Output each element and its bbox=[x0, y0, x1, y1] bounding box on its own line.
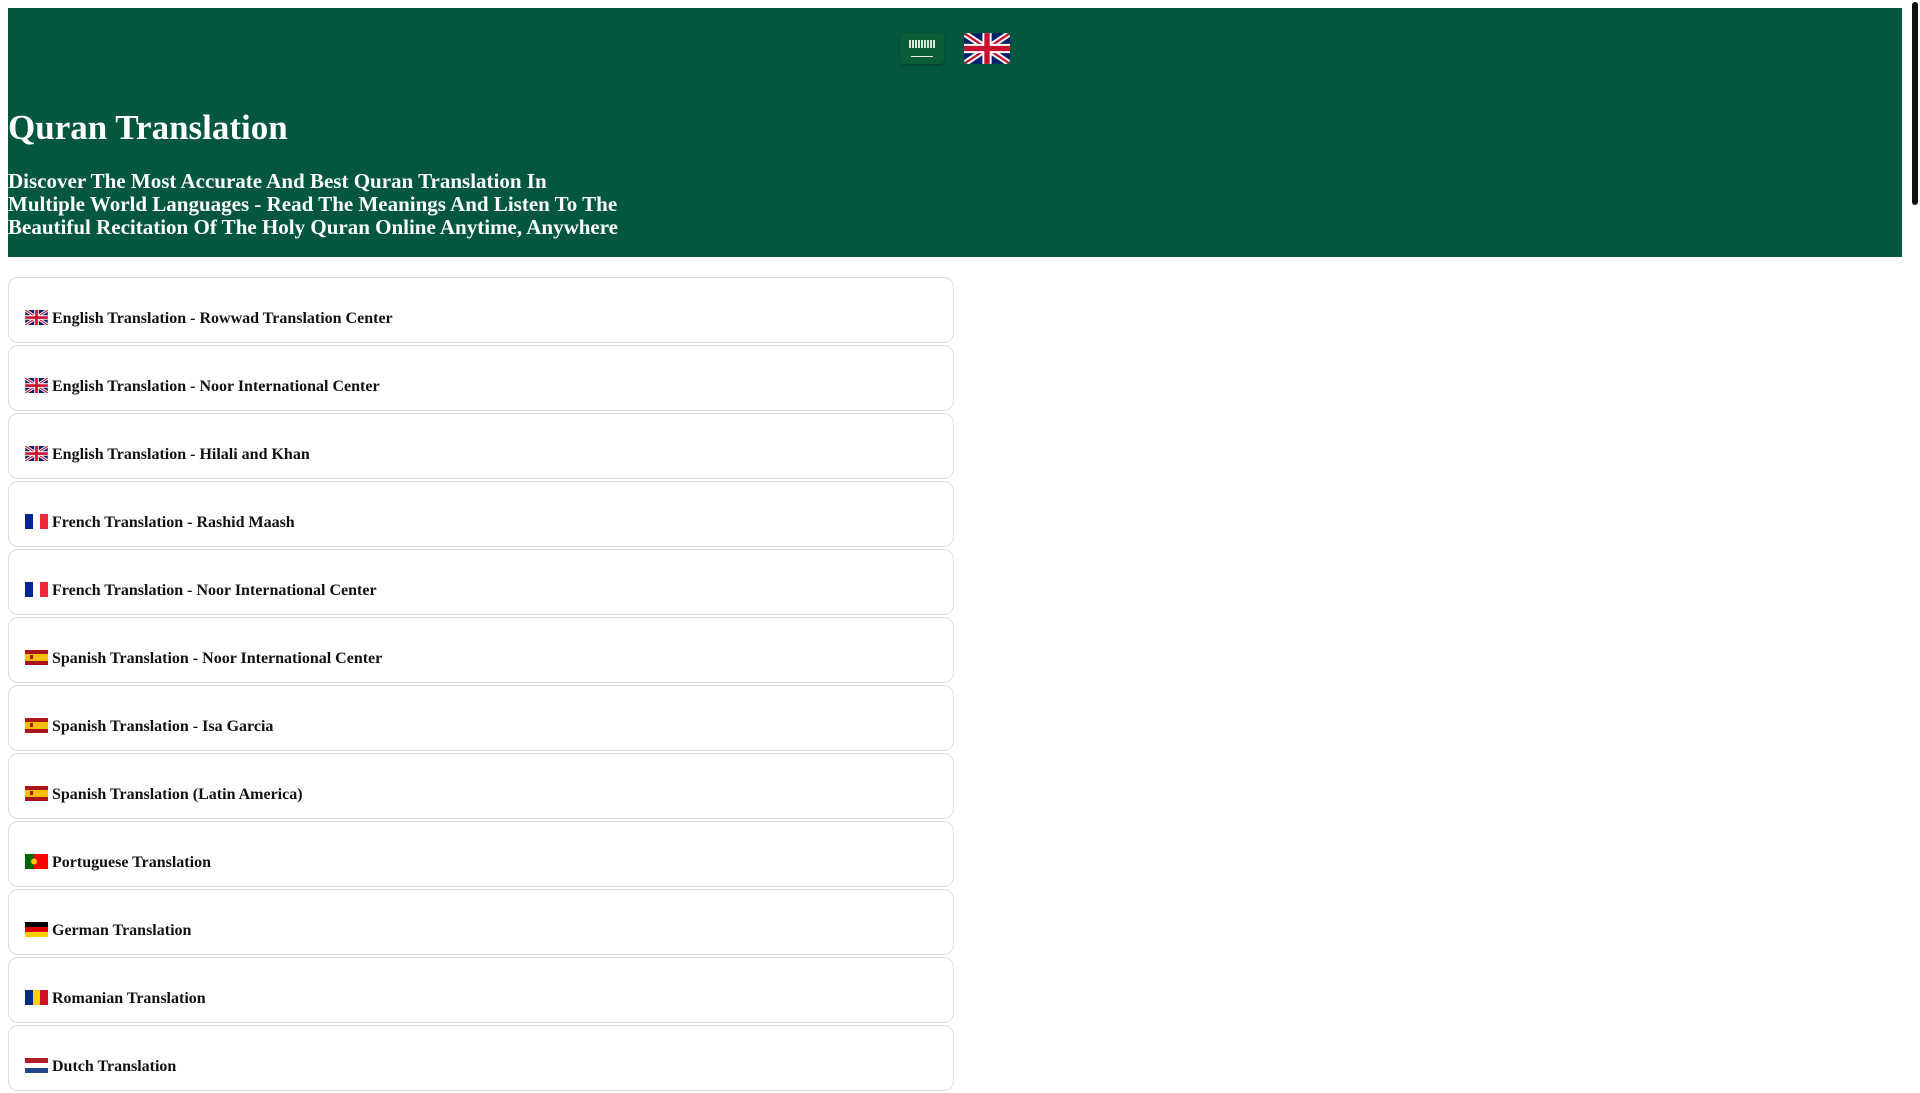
translation-item[interactable]: Spanish Translation - Noor International… bbox=[8, 617, 954, 683]
translation-label: English Translation - Noor International… bbox=[52, 378, 380, 395]
uk-flag-icon bbox=[24, 376, 49, 394]
translation-item[interactable]: French Translation - Rashid Maash bbox=[8, 481, 954, 547]
translation-link[interactable]: French Translation - Noor International … bbox=[25, 581, 377, 600]
translation-item[interactable]: Romanian Translation bbox=[8, 957, 954, 1023]
es-flag-icon bbox=[25, 717, 48, 733]
translation-link[interactable]: Dutch Translation bbox=[25, 1057, 177, 1076]
translation-label: French Translation - Noor International … bbox=[52, 582, 377, 599]
translation-label: German Translation bbox=[52, 922, 192, 939]
translation-item[interactable]: English Translation - Hilali and Khan bbox=[8, 413, 954, 479]
translation-item[interactable]: Spanish Translation (Latin America) bbox=[8, 753, 954, 819]
uk-flag-icon bbox=[24, 308, 49, 326]
de-flag-icon bbox=[25, 921, 48, 937]
translation-item[interactable]: German Translation bbox=[8, 889, 954, 955]
translation-label: Spanish Translation - Noor International… bbox=[52, 650, 383, 667]
translation-link[interactable]: English Translation - Hilali and Khan bbox=[24, 444, 310, 464]
uk-flag-icon[interactable] bbox=[964, 33, 1010, 64]
page-subtitle: Discover The Most Accurate And Best Qura… bbox=[8, 169, 618, 239]
translation-link[interactable]: English Translation - Rowwad Translation… bbox=[24, 308, 393, 328]
translation-item[interactable]: English Translation - Rowwad Translation… bbox=[8, 277, 954, 343]
translation-link[interactable]: French Translation - Rashid Maash bbox=[25, 513, 295, 532]
es-flag-icon bbox=[25, 649, 48, 665]
uk-flag-icon bbox=[24, 444, 49, 462]
fr-flag-icon bbox=[25, 581, 48, 597]
translation-link[interactable]: Spanish Translation - Isa Garcia bbox=[25, 717, 274, 736]
language-switcher bbox=[900, 33, 1010, 64]
translation-link[interactable]: Portuguese Translation bbox=[25, 853, 211, 872]
translation-link[interactable]: Spanish Translation (Latin America) bbox=[25, 785, 303, 804]
translation-link[interactable]: Romanian Translation bbox=[25, 989, 206, 1008]
translation-item[interactable]: Portuguese Translation bbox=[8, 821, 954, 887]
translation-label: Spanish Translation (Latin America) bbox=[52, 786, 303, 803]
nl-flag-icon bbox=[25, 1057, 48, 1073]
fr-flag-icon bbox=[25, 513, 48, 529]
pt-flag-icon bbox=[25, 853, 48, 869]
translation-item[interactable]: French Translation - Noor International … bbox=[8, 549, 954, 615]
translation-label: Spanish Translation - Isa Garcia bbox=[52, 718, 274, 735]
page-title: Quran Translation bbox=[8, 108, 288, 147]
translation-label: Romanian Translation bbox=[52, 990, 206, 1007]
translation-label: French Translation - Rashid Maash bbox=[52, 514, 295, 531]
translation-list: English Translation - Rowwad Translation… bbox=[8, 277, 954, 1093]
translation-link[interactable]: Spanish Translation - Noor International… bbox=[25, 649, 383, 668]
translation-label: English Translation - Rowwad Translation… bbox=[52, 310, 393, 327]
translation-link[interactable]: German Translation bbox=[25, 921, 192, 940]
translation-item[interactable]: Dutch Translation bbox=[8, 1025, 954, 1091]
header: Quran Translation Discover The Most Accu… bbox=[8, 8, 1902, 257]
translation-label: Dutch Translation bbox=[52, 1058, 177, 1075]
es-flag-icon bbox=[25, 785, 48, 801]
translation-item[interactable]: Spanish Translation - Isa Garcia bbox=[8, 685, 954, 751]
translation-item[interactable]: English Translation - Noor International… bbox=[8, 345, 954, 411]
translation-label: Portuguese Translation bbox=[52, 854, 211, 871]
translation-link[interactable]: English Translation - Noor International… bbox=[24, 376, 380, 396]
arabic-flag-icon[interactable] bbox=[900, 33, 944, 64]
ro-flag-icon bbox=[25, 989, 48, 1005]
scrollbar[interactable] bbox=[1912, 2, 1918, 205]
translation-label: English Translation - Hilali and Khan bbox=[52, 446, 310, 463]
